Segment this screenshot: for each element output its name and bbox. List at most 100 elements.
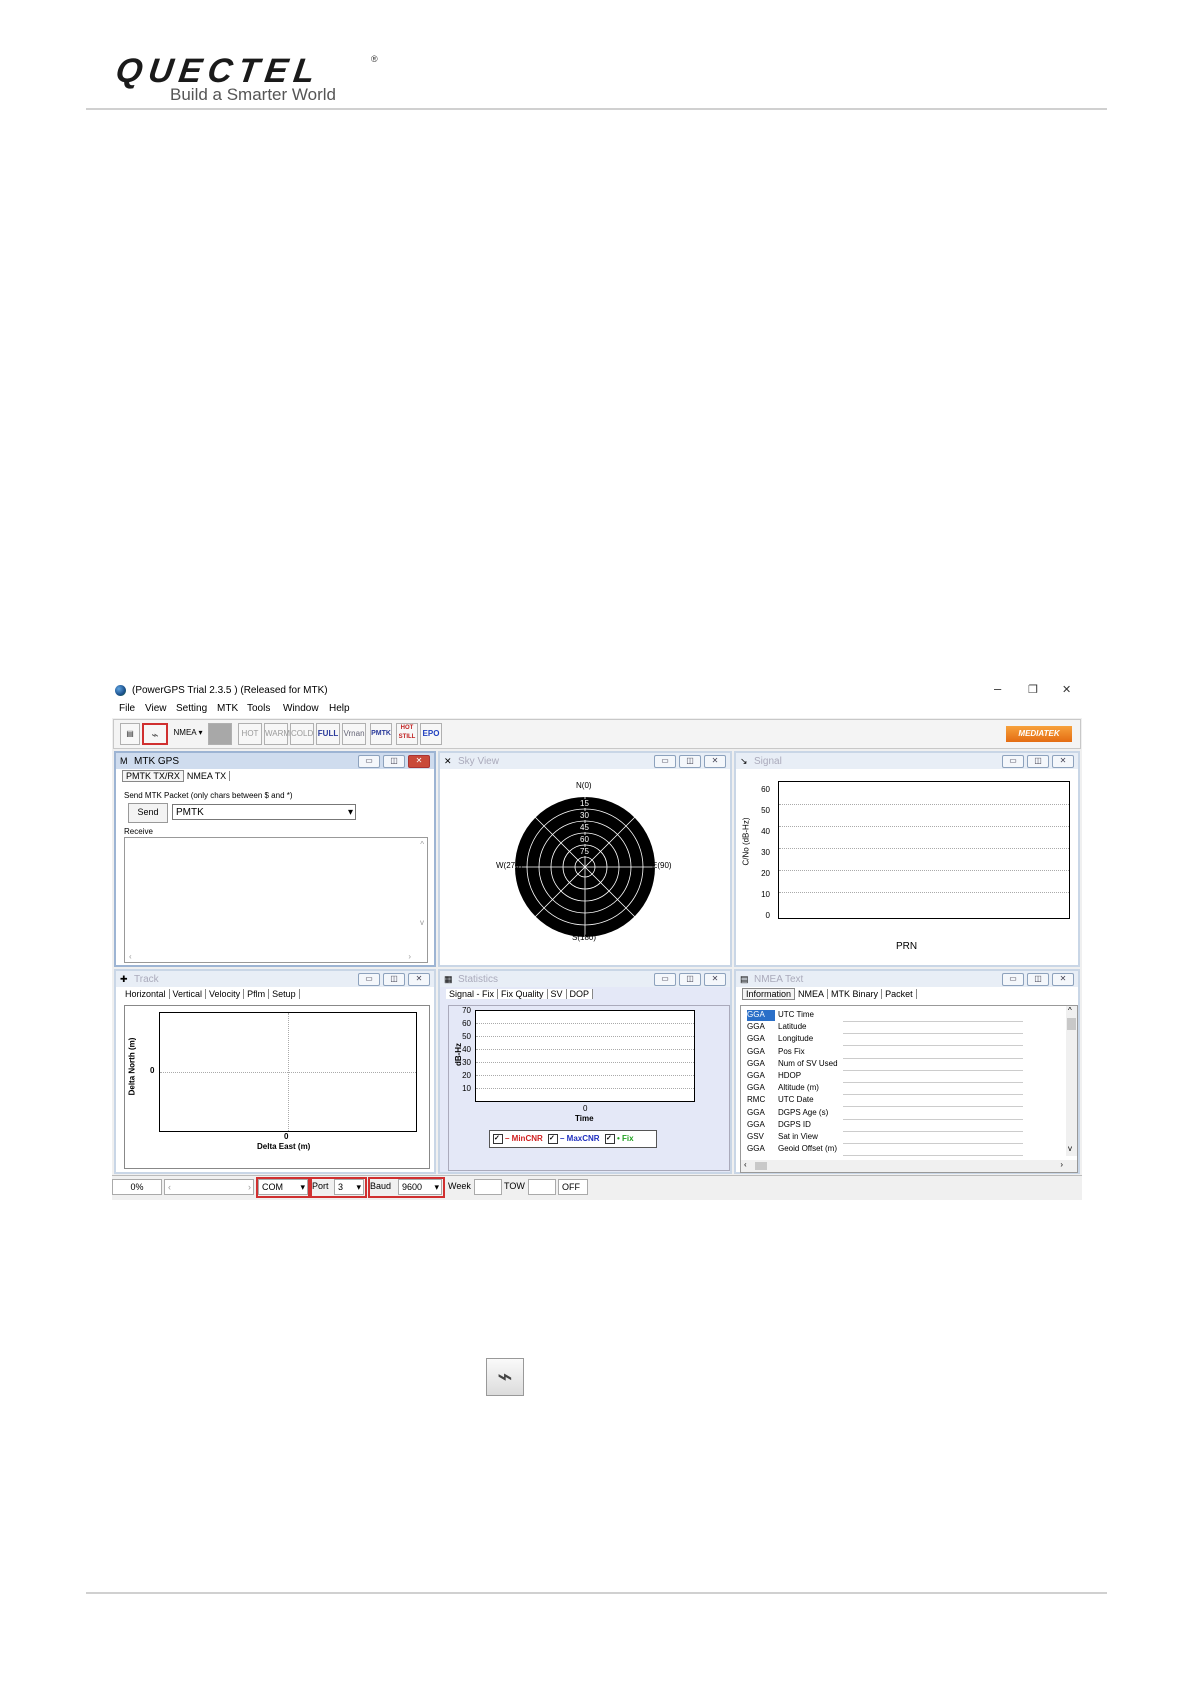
panel-minimize-button[interactable]: ▭ xyxy=(358,755,380,768)
scroll-up-icon[interactable]: ^ xyxy=(420,840,424,849)
status-indicator xyxy=(208,723,232,745)
statistics-icon: ▦ xyxy=(444,974,453,984)
com-highlight xyxy=(256,1177,310,1198)
stats-tick: 50 xyxy=(462,1032,471,1041)
tab-horizontal[interactable]: Horizontal xyxy=(122,989,170,999)
tab-signal-fix[interactable]: Signal - Fix xyxy=(446,989,499,999)
signal-ylabel: C/No (dB-Hz) xyxy=(741,817,751,866)
tab-nmea-tx[interactable]: NMEA TX xyxy=(183,771,231,781)
nmea-sentence: GGA xyxy=(747,1071,765,1080)
menu-tools[interactable]: Tools xyxy=(247,703,270,714)
close-button[interactable]: ✕ xyxy=(1062,683,1071,696)
tab-sv[interactable]: SV xyxy=(547,989,567,999)
nmea-text-panel: ▤ NMEA Text ▭ ◫ ✕ Information NMEA MTK Binar… xyxy=(734,969,1080,1174)
nmea-field: Latitude xyxy=(778,1022,807,1032)
mtk-gps-panel: M MTK GPS ▭ ◫ ✕ PMTK TX/RX NMEA TX Send MTK… xyxy=(114,751,436,967)
pmtk-button[interactable]: PMTK xyxy=(370,723,392,745)
track-xlabel: Delta East (m) xyxy=(257,1142,311,1151)
scroll-down-icon[interactable]: v xyxy=(420,918,424,927)
tab-vertical[interactable]: Vertical xyxy=(169,989,207,999)
receive-textarea[interactable]: ^ v ‹ › xyxy=(124,837,428,963)
quectel-logo: QUECTEL ® Build a Smarter World xyxy=(113,52,416,112)
panel-close-button[interactable]: ✕ xyxy=(1052,973,1074,986)
panel-maximize-button[interactable]: ◫ xyxy=(679,973,701,986)
full-start-button[interactable]: FULL xyxy=(316,723,340,745)
vrnan-button[interactable]: Vrnan xyxy=(342,723,366,745)
hot-start-button[interactable]: HOT xyxy=(238,723,262,745)
panel-maximize-button[interactable]: ◫ xyxy=(1027,973,1049,986)
restore-button[interactable]: ❐ xyxy=(1028,683,1038,696)
stats-x-zero: 0 xyxy=(583,1104,588,1113)
panel-minimize-button[interactable]: ▭ xyxy=(358,973,380,986)
connect-port-button[interactable]: ⌁ xyxy=(142,723,168,745)
send-button[interactable]: Send xyxy=(128,803,168,823)
week-label: Week xyxy=(448,1181,471,1191)
tab-pmtk-txrx[interactable]: PMTK TX/RX xyxy=(122,770,184,782)
menu-mtk[interactable]: MTK xyxy=(217,703,238,714)
signal-tick: 40 xyxy=(761,827,770,836)
chevron-down-icon: ▾ xyxy=(347,807,353,818)
tab-dop[interactable]: DOP xyxy=(566,989,594,999)
tab-packet[interactable]: Packet xyxy=(882,989,917,999)
fix-checkbox[interactable]: ✓ xyxy=(605,1134,615,1144)
panel-maximize-button[interactable]: ◫ xyxy=(1027,755,1049,768)
panel-maximize-button[interactable]: ◫ xyxy=(679,755,701,768)
scroll-right-icon[interactable]: › xyxy=(408,952,411,961)
panel-close-button[interactable]: ✕ xyxy=(704,755,726,768)
nmea-value xyxy=(843,1047,1023,1059)
menu-window[interactable]: Window xyxy=(283,703,319,714)
statistics-plot-area xyxy=(475,1010,695,1102)
panel-close-button[interactable]: ✕ xyxy=(408,973,430,986)
panel-close-button[interactable]: ✕ xyxy=(408,755,430,768)
epo-button[interactable]: EPO xyxy=(420,723,442,745)
nmea-field: UTC Time xyxy=(778,1010,814,1019)
signal-panel-title: Signal xyxy=(754,756,782,767)
tab-velocity[interactable]: Velocity xyxy=(206,989,245,999)
panel-minimize-button[interactable]: ▭ xyxy=(654,973,676,986)
statistics-panel-title: Statistics xyxy=(458,974,499,985)
progress-slider[interactable]: ‹ › xyxy=(164,1179,254,1195)
scroll-right-icon[interactable]: › xyxy=(1060,1160,1063,1169)
save-log-button[interactable]: ▤ xyxy=(120,723,140,745)
signal-tick: 30 xyxy=(761,848,770,857)
nmea-hscrollbar[interactable]: ‹ › xyxy=(741,1160,1077,1172)
tab-setup[interactable]: Setup xyxy=(269,989,300,999)
tab-nmea[interactable]: NMEA xyxy=(795,989,829,999)
menu-setting[interactable]: Setting xyxy=(176,703,207,714)
panel-minimize-button[interactable]: ▭ xyxy=(1002,973,1024,986)
signal-tick: 0 xyxy=(765,911,770,920)
tab-mtk-binary[interactable]: MTK Binary xyxy=(828,989,883,999)
tab-information[interactable]: Information xyxy=(742,988,796,1000)
cold-start-button[interactable]: COLD xyxy=(290,723,314,745)
menu-view[interactable]: View xyxy=(145,703,167,714)
mincnr-checkbox[interactable]: ✓ xyxy=(493,1134,503,1144)
tab-pflm[interactable]: Pflm xyxy=(244,989,270,999)
tow-value xyxy=(528,1179,556,1195)
menu-help[interactable]: Help xyxy=(329,703,350,714)
minimize-button[interactable]: – xyxy=(994,681,1001,696)
panel-close-button[interactable]: ✕ xyxy=(1052,755,1074,768)
panel-maximize-button[interactable]: ◫ xyxy=(383,973,405,986)
scroll-up-icon[interactable]: ^ xyxy=(1068,1006,1072,1015)
protocol-select[interactable]: NMEA ▾ xyxy=(170,723,206,745)
warm-start-button[interactable]: WARM xyxy=(264,723,290,745)
hot-still-button[interactable]: HOT STILL xyxy=(396,723,418,745)
panel-minimize-button[interactable]: ▭ xyxy=(1002,755,1024,768)
scroll-down-icon[interactable]: v xyxy=(1068,1144,1072,1153)
panel-maximize-button[interactable]: ◫ xyxy=(383,755,405,768)
nmea-field: HDOP xyxy=(778,1071,802,1080)
scroll-left-icon[interactable]: ‹ xyxy=(744,1160,747,1169)
status-bar: 0% ‹ › COM ▾ Port 3 ▾ Baud 9600 ▾ Week TOW O… xyxy=(112,1175,1082,1200)
menu-file[interactable]: File xyxy=(119,703,135,714)
maxcnr-checkbox[interactable]: ✓ xyxy=(548,1134,558,1144)
panel-close-button[interactable]: ✕ xyxy=(704,973,726,986)
tab-fix-quality[interactable]: Fix Quality xyxy=(498,989,548,999)
packet-input[interactable]: PMTK ▾ xyxy=(172,804,356,820)
panel-minimize-button[interactable]: ▭ xyxy=(654,755,676,768)
scroll-left-icon[interactable]: ‹ xyxy=(129,952,132,961)
progress-percent: 0% xyxy=(112,1179,162,1195)
nmea-field: DGPS ID xyxy=(778,1119,811,1129)
nmea-sentence: RMC xyxy=(747,1095,766,1105)
powergps-window: (PowerGPS Trial 2.3.5 ) (Released for MT… xyxy=(112,679,1082,1200)
nmea-scrollbar[interactable]: ^ v xyxy=(1066,1006,1077,1156)
